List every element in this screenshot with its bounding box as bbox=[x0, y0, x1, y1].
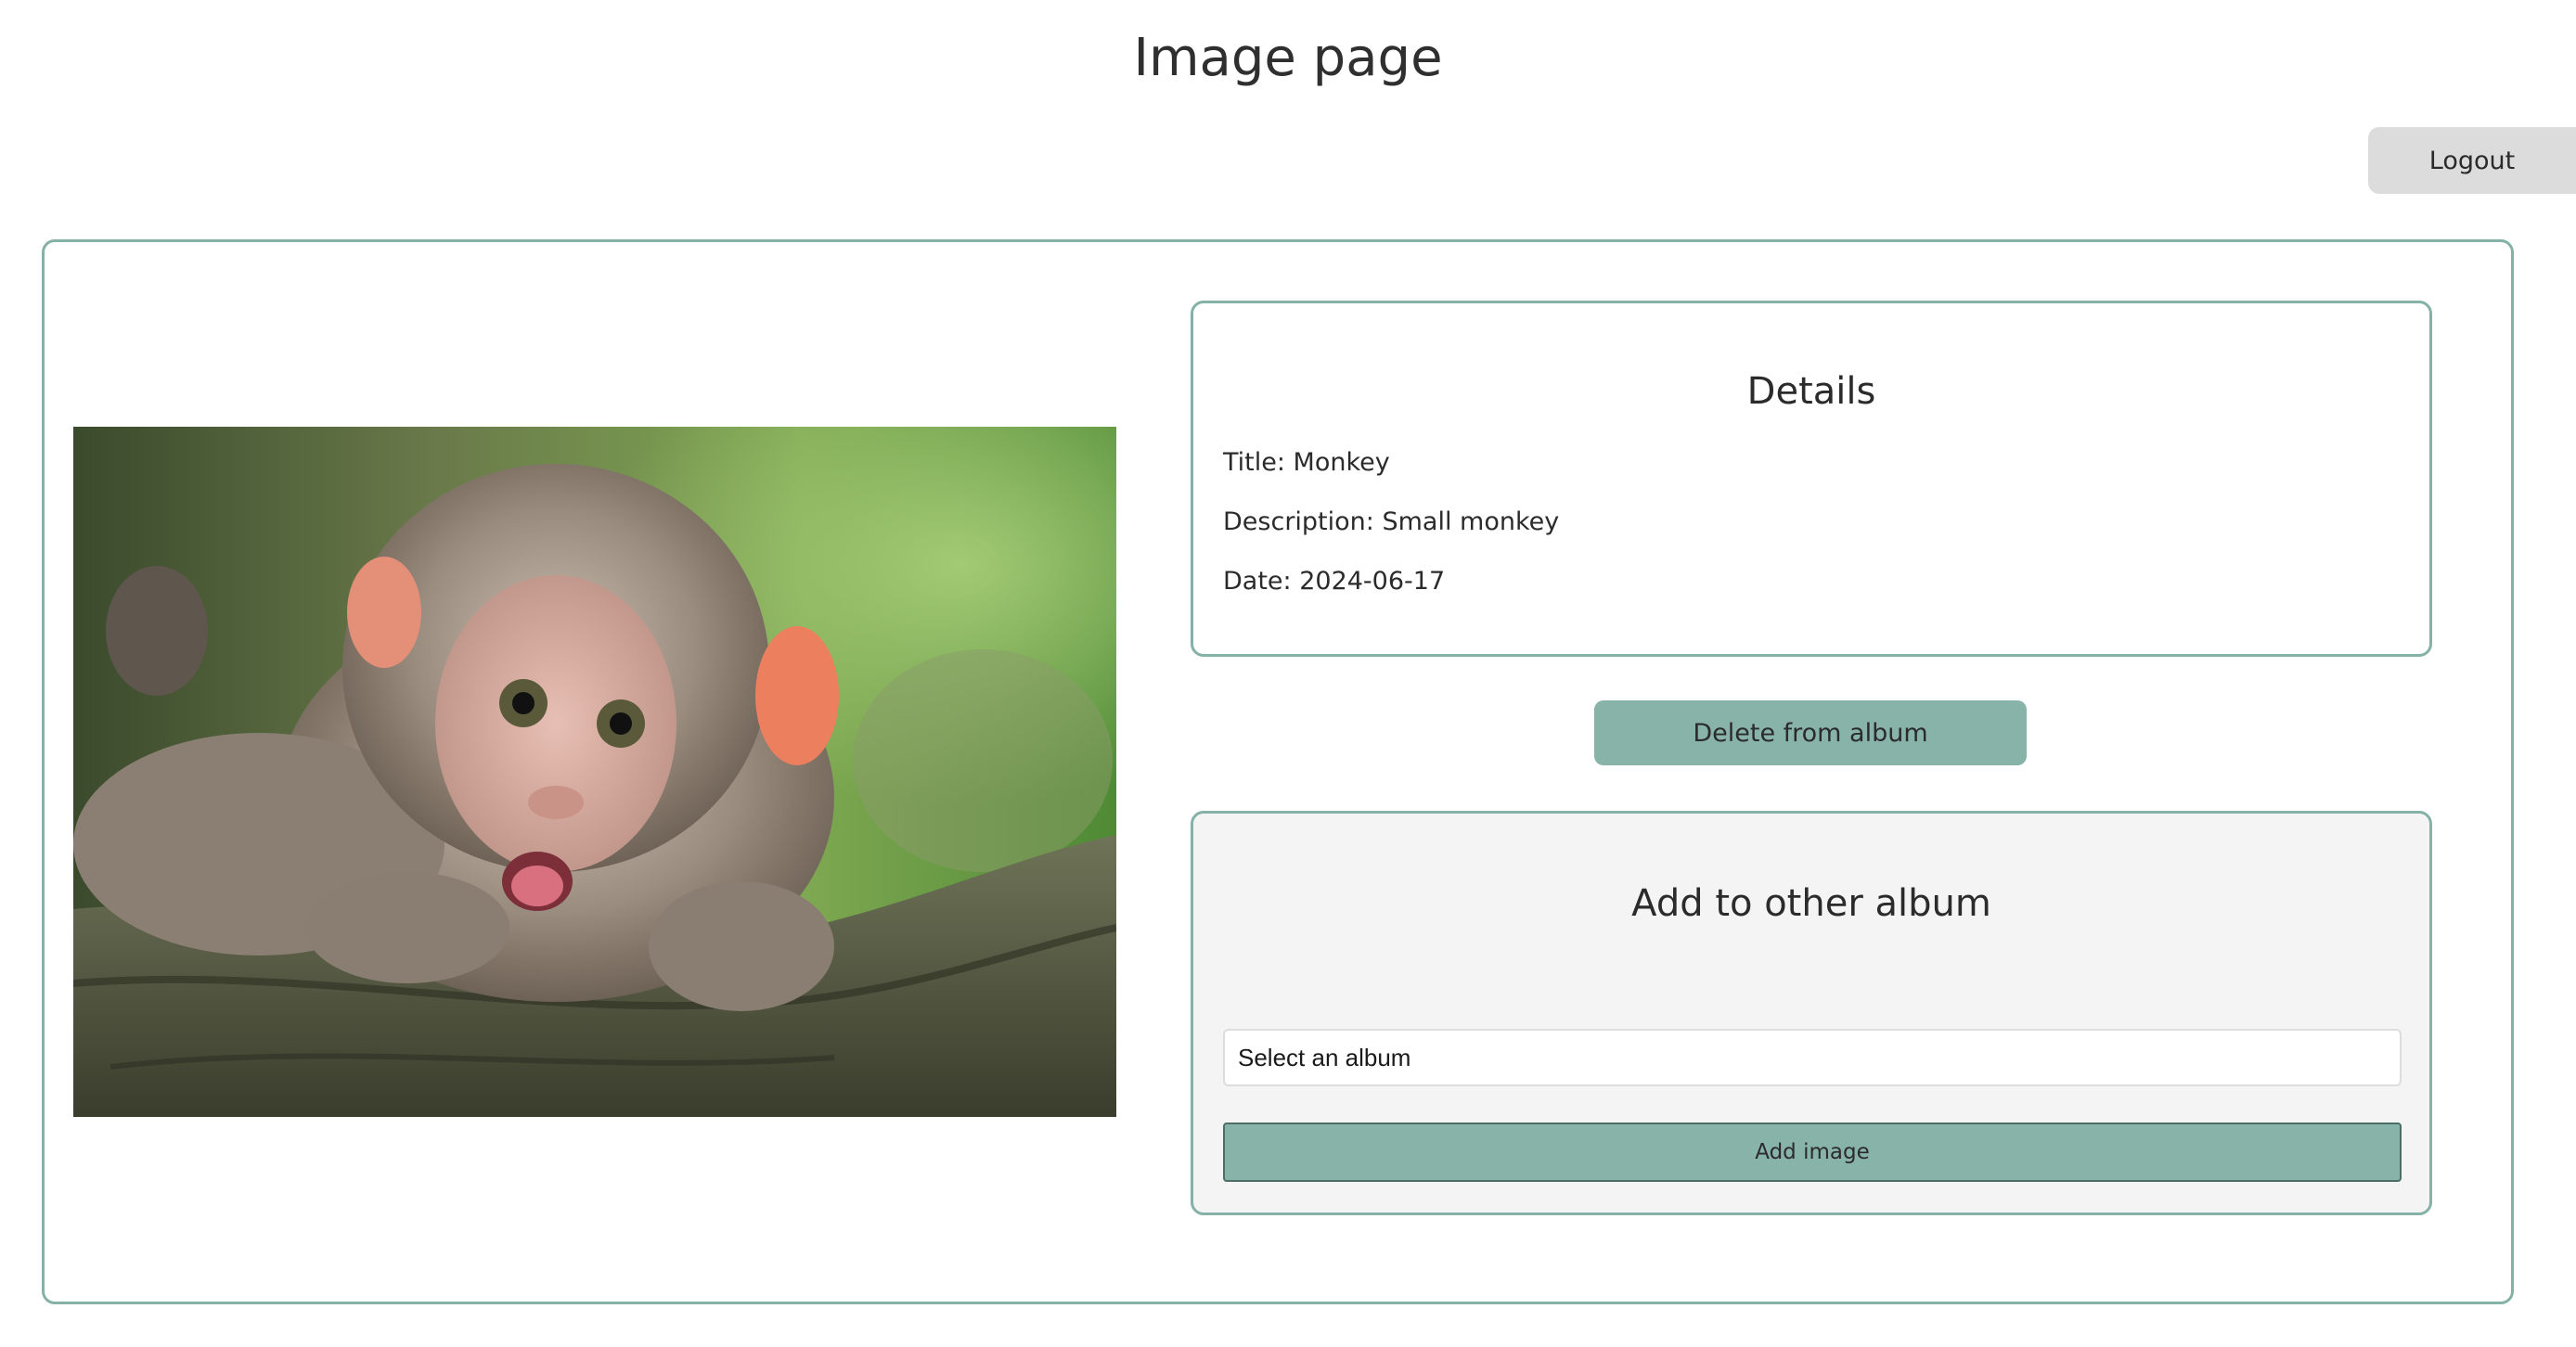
detail-date: Date: 2024-06-17 bbox=[1223, 567, 1446, 596]
delete-from-album-button[interactable]: Delete from album bbox=[1594, 700, 2027, 765]
details-panel: Details Title: Monkey Description: Small… bbox=[1191, 301, 2432, 657]
logout-button[interactable]: Logout bbox=[2368, 127, 2576, 194]
add-to-album-heading: Add to other album bbox=[1631, 882, 1991, 925]
details-heading: Details bbox=[1746, 370, 1876, 413]
add-to-album-panel: Add to other album Select an album Add i… bbox=[1191, 811, 2432, 1215]
monkey-photo bbox=[73, 427, 1116, 1117]
add-image-button[interactable]: Add image bbox=[1223, 1122, 2402, 1182]
page-title: Image page bbox=[1133, 28, 1443, 88]
detail-title: Title: Monkey bbox=[1223, 448, 1390, 477]
detail-description: Description: Small monkey bbox=[1223, 507, 1560, 536]
album-select[interactable]: Select an album bbox=[1223, 1029, 2402, 1086]
image-page: Image page Logout Details Title: Monkey … bbox=[0, 0, 2576, 1347]
